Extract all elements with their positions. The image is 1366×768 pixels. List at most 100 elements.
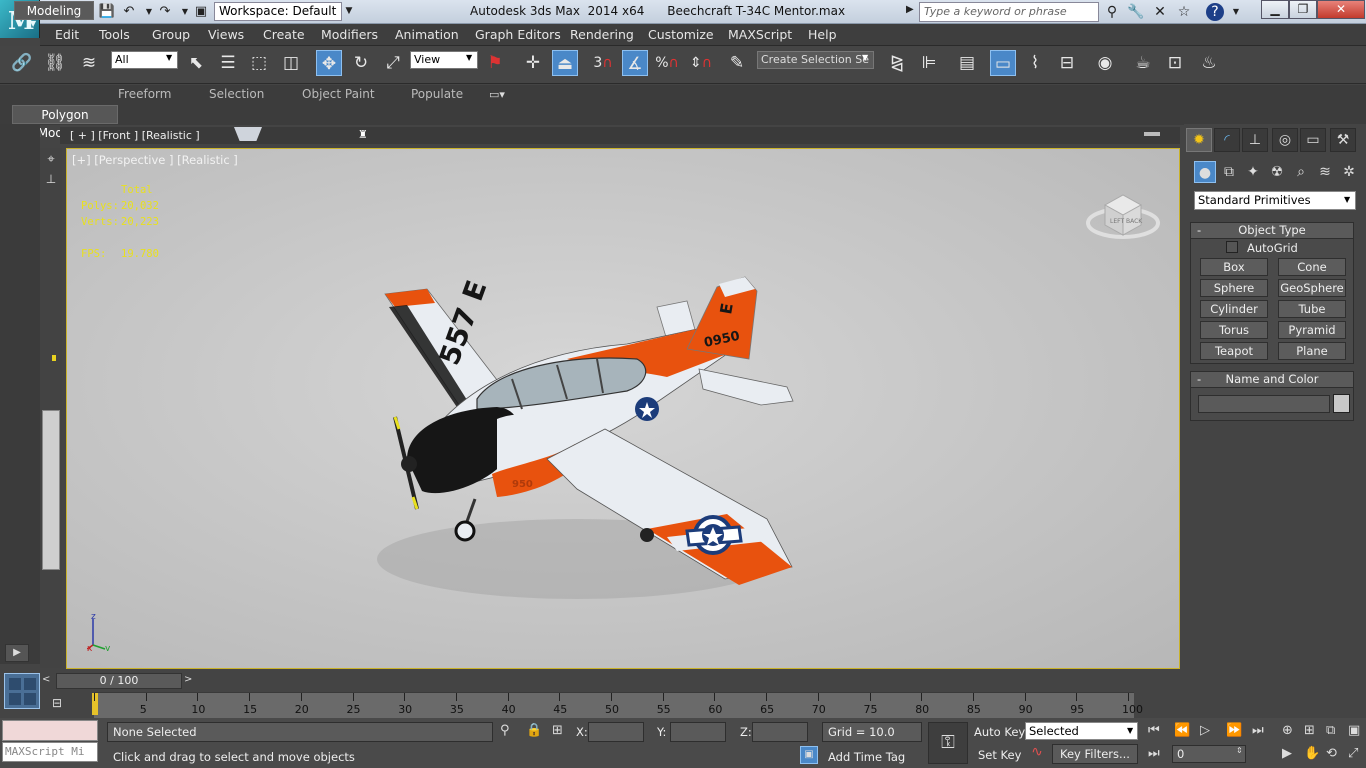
key-mode-dropdown-icon[interactable]: ▼	[1127, 726, 1133, 735]
field-of-view-icon[interactable]: ▶	[1282, 746, 1292, 761]
time-slider[interactable]: 0 / 100	[56, 673, 182, 689]
bind-to-space-warp-icon[interactable]: ≋	[76, 50, 102, 76]
snaps-toggle-icon[interactable]: 3∩	[590, 50, 616, 76]
tab-freeform[interactable]: Freeform	[118, 87, 171, 101]
workspace-select[interactable]: Workspace: Default	[214, 2, 342, 21]
airplane-model[interactable]: 557 E E 0950 950	[347, 259, 807, 619]
tab-modeling[interactable]: Modeling	[14, 1, 94, 20]
menu-group[interactable]: Group	[152, 27, 190, 42]
select-object-icon[interactable]: ⬉	[183, 50, 209, 76]
viewport-minimize-icon[interactable]	[1144, 132, 1160, 136]
close-button[interactable]: ✕	[1317, 0, 1365, 19]
hierarchy-tab-icon[interactable]: ⊥	[1242, 128, 1268, 152]
maximize-viewport-icon[interactable]: ⤢	[1348, 746, 1358, 761]
modify-tab-icon[interactable]: ◜	[1214, 128, 1240, 152]
select-and-rotate-icon[interactable]: ↻	[348, 50, 374, 76]
material-editor-icon[interactable]: ◉	[1092, 50, 1118, 76]
menu-help[interactable]: Help	[808, 27, 837, 42]
align-icon[interactable]: ⊫	[916, 50, 942, 76]
tab-populate[interactable]: Populate	[411, 87, 463, 101]
menu-customize[interactable]: Customize	[648, 27, 714, 42]
graphite-toggle-icon[interactable]: ▭	[990, 50, 1016, 76]
zoom-icon[interactable]: ⊕	[1282, 723, 1293, 738]
selection-lock-icon[interactable]: 🔒	[526, 723, 542, 738]
menu-graph-editors[interactable]: Graph Editors	[475, 27, 561, 42]
menu-edit[interactable]: Edit	[55, 27, 79, 42]
cylinder-button[interactable]: Cylinder	[1200, 300, 1268, 318]
rectangular-selection-icon[interactable]: ⬚	[246, 50, 272, 76]
tab-selection[interactable]: Selection	[209, 87, 264, 101]
isolate-selection-icon[interactable]: ⚲	[500, 723, 510, 738]
motion-tab-icon[interactable]: ◎	[1272, 128, 1298, 152]
key-mode-select[interactable]: Selected	[1025, 722, 1138, 740]
set-key-mode-icon[interactable]: ⚿	[928, 722, 968, 764]
select-by-name-icon[interactable]: ☰	[215, 50, 241, 76]
zoom-extents-icon[interactable]: ⧉	[1326, 723, 1335, 738]
minimize-button[interactable]: ▁	[1261, 0, 1289, 19]
mini-curve-editor-icon[interactable]: ⊟	[52, 696, 62, 710]
object-type-header[interactable]: - Object Type	[1191, 223, 1353, 239]
mirror-icon[interactable]: ⧎	[884, 50, 910, 76]
display-tab-icon[interactable]: ▭	[1300, 128, 1326, 152]
select-and-link-icon[interactable]: 🔗	[9, 50, 35, 76]
menu-rendering[interactable]: Rendering	[570, 27, 634, 42]
zoom-all-icon[interactable]: ⊞	[1304, 723, 1315, 738]
slider-icon[interactable]: ⊥	[44, 172, 58, 188]
absolute-mode-icon[interactable]: ⊞	[552, 723, 563, 738]
time-tag-icon[interactable]: ▣	[800, 746, 818, 764]
selection-filter-dropdown-icon[interactable]: ▼	[166, 53, 172, 62]
plane-button[interactable]: Plane	[1278, 342, 1346, 360]
pivot-center-icon[interactable]: ⚑	[482, 50, 508, 76]
viewport-label[interactable]: [+] [Perspective ] [Realistic ]	[72, 153, 238, 167]
object-color-swatch[interactable]	[1333, 394, 1350, 413]
menu-views[interactable]: Views	[208, 27, 244, 42]
workspace-dropdown-icon[interactable]: ▼	[342, 2, 356, 21]
time-slider-prev-icon[interactable]: <	[42, 674, 50, 685]
communication-center-icon[interactable]: 🔧	[1126, 3, 1146, 21]
expand-panel-icon[interactable]: ▶	[5, 644, 29, 662]
geosphere-button[interactable]: GeoSphere	[1278, 279, 1346, 297]
utilities-tab-icon[interactable]: ⚒	[1330, 128, 1356, 152]
render-production-icon[interactable]: ♨	[1196, 50, 1222, 76]
set-key-button[interactable]: Set Key	[978, 748, 1021, 762]
cameras-icon[interactable]: ☢	[1266, 161, 1288, 183]
render-setup-icon[interactable]: ☕	[1130, 50, 1156, 76]
edit-named-selection-icon[interactable]: ✎	[724, 50, 750, 76]
viewport-layout-icon[interactable]	[4, 673, 40, 709]
menu-maxscript[interactable]: MAXScript	[728, 27, 792, 42]
auto-key-button[interactable]: Auto Key	[974, 725, 1025, 739]
lights-icon[interactable]: ✦	[1242, 161, 1264, 183]
search-expand-icon[interactable]: ▶	[906, 4, 914, 15]
x-coord-input[interactable]	[588, 722, 644, 742]
maximize-button[interactable]: ❐	[1289, 0, 1317, 19]
key-tangent-icon[interactable]: ∿	[1026, 744, 1048, 764]
perspective-viewport[interactable]: [+] [Perspective ] [Realistic ] Total Po…	[66, 148, 1180, 669]
keyboard-shortcut-override-icon[interactable]: ⏏	[552, 50, 578, 76]
next-frame-icon[interactable]: ⏩	[1226, 723, 1242, 738]
viewport-nav-icon[interactable]: ⌖	[42, 152, 60, 170]
help-dropdown-icon[interactable]: ▼	[1226, 3, 1246, 21]
object-name-input[interactable]	[1198, 395, 1330, 413]
viewcube[interactable]: LEFT BACK	[1085, 183, 1161, 243]
percent-snap-icon[interactable]: %∩	[654, 50, 680, 76]
menu-animation[interactable]: Animation	[395, 27, 459, 42]
unlink-selection-icon[interactable]: ⛓	[42, 50, 68, 76]
redo-icon[interactable]: ↷	[156, 3, 174, 20]
maxscript-mini-listener[interactable]: MAXScript Mi	[2, 742, 98, 762]
zoom-extents-all-icon[interactable]: ▣	[1348, 723, 1360, 738]
pan-view-icon[interactable]: ✋	[1304, 746, 1320, 761]
pyramid-button[interactable]: Pyramid	[1278, 321, 1346, 339]
layer-manager-icon[interactable]: ▤	[954, 50, 980, 76]
vertical-scrollbar[interactable]	[42, 410, 60, 570]
create-tab-icon[interactable]: ✹	[1186, 128, 1212, 152]
goto-end-icon[interactable]: ⏭	[1252, 723, 1264, 738]
helpers-icon[interactable]: ⌕	[1290, 161, 1312, 183]
previous-frame-icon[interactable]: ⏪	[1174, 723, 1190, 738]
geometry-icon[interactable]: ●	[1194, 161, 1216, 183]
shapes-icon[interactable]: ⧉	[1218, 161, 1240, 183]
time-slider-next-icon[interactable]: >	[184, 674, 192, 685]
teapot-button[interactable]: Teapot	[1200, 342, 1268, 360]
goto-start-icon[interactable]: ⏮	[1148, 723, 1160, 738]
primitive-type-dropdown-icon[interactable]: ▼	[1344, 195, 1350, 204]
box-button[interactable]: Box	[1200, 258, 1268, 276]
